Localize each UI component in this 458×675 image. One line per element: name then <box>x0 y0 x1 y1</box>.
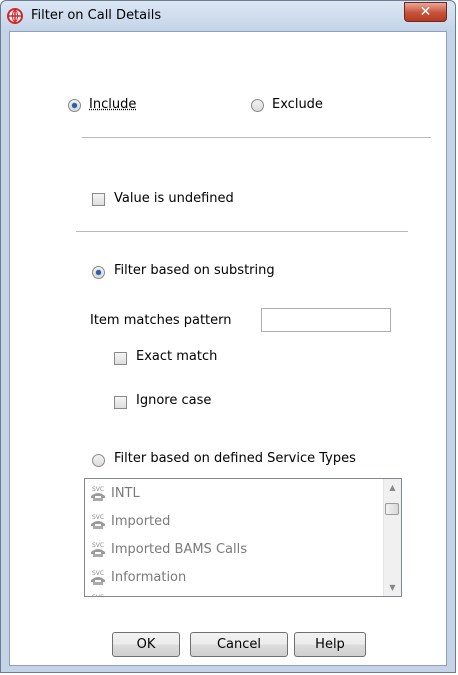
filter-dialog-window: Filter on Call Details ✕ Include Exclude… <box>0 0 456 673</box>
exact-match-checkbox[interactable] <box>114 352 127 365</box>
list-item-label: INTL <box>111 486 140 501</box>
svg-text:SVC: SVC <box>92 486 104 493</box>
close-button[interactable]: ✕ <box>404 2 447 22</box>
svg-text:SVC: SVC <box>92 570 104 577</box>
scroll-down-icon[interactable]: ▼ <box>384 579 401 596</box>
dialog-content: Include Exclude Value is undefined Filte… <box>9 31 447 666</box>
list-item-label: Imported BAMS Calls <box>111 542 247 557</box>
svc-telephone-icon: SVC <box>91 486 105 501</box>
svg-text:SVC: SVC <box>92 514 104 521</box>
pattern-label: Item matches pattern <box>90 313 232 328</box>
value-undefined-label[interactable]: Value is undefined <box>114 191 234 206</box>
globe-icon <box>7 8 23 24</box>
exclude-radio[interactable] <box>251 99 264 112</box>
svg-text:SVC: SVC <box>92 542 104 549</box>
list-item-label: Information <box>111 570 187 585</box>
svc-telephone-icon: SVC <box>91 514 105 529</box>
substring-label[interactable]: Filter based on substring <box>114 263 275 278</box>
list-item-label: Imported <box>111 514 171 529</box>
service-types-label[interactable]: Filter based on defined Service Types <box>114 451 356 466</box>
ignore-case-label[interactable]: Ignore case <box>136 393 211 408</box>
list-scrollbar[interactable]: ▲ ▼ <box>383 479 401 596</box>
exclude-label[interactable]: Exclude <box>272 97 323 112</box>
scroll-thumb[interactable] <box>385 503 399 515</box>
pattern-input[interactable] <box>261 308 391 332</box>
close-icon: ✕ <box>419 4 432 20</box>
service-types-radio[interactable] <box>92 454 105 467</box>
service-types-list[interactable]: SVC INTL SVC Imported SVC Imported BAMS Calls… <box>84 478 402 597</box>
ignore-case-checkbox[interactable] <box>114 396 127 409</box>
svg-text:SVC: SVC <box>92 594 104 597</box>
include-radio[interactable] <box>68 99 81 112</box>
scroll-up-icon[interactable]: ▲ <box>384 479 401 496</box>
exact-match-label[interactable]: Exact match <box>136 349 217 364</box>
help-button[interactable]: Help <box>294 632 366 657</box>
ok-button[interactable]: OK <box>112 632 180 657</box>
window-title: Filter on Call Details <box>31 8 162 23</box>
value-undefined-checkbox[interactable] <box>92 193 105 206</box>
svc-telephone-icon: SVC <box>92 594 104 597</box>
cancel-button[interactable]: Cancel <box>190 632 288 657</box>
separator <box>76 231 408 232</box>
title-bar[interactable]: Filter on Call Details ✕ <box>1 1 455 31</box>
svc-telephone-icon: SVC <box>91 570 105 585</box>
svc-telephone-icon: SVC <box>91 542 105 557</box>
substring-radio[interactable] <box>92 266 105 279</box>
separator <box>82 137 431 138</box>
include-label[interactable]: Include <box>89 97 136 112</box>
